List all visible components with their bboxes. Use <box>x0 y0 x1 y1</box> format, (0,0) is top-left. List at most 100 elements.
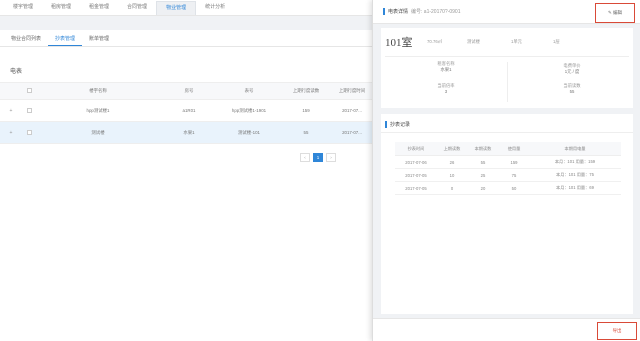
row-select[interactable] <box>22 129 36 136</box>
rec-curr: 55 <box>480 159 486 165</box>
cell-room: a1R01 <box>182 108 196 113</box>
pagination: ‹ 1 › <box>300 153 336 162</box>
drawer-header: 电表详情 编号: a1-20170?-0901 ✎ 编辑 <box>373 0 640 24</box>
header-time: 上期行度时间 <box>338 88 366 93</box>
expand-icon[interactable]: + <box>0 130 22 136</box>
title-accent-bar <box>383 8 385 16</box>
table-row[interactable]: + 测试楼 水果1 测试楼-101 55 2017-07... <box>0 122 372 144</box>
records-row: 2017-07-06 26 55 159 本月：101 用量：159 <box>395 156 621 169</box>
header-building: 楼宇名称 <box>89 88 107 93</box>
records-title-text: 抄表记录 <box>390 122 411 128</box>
row-checkbox[interactable] <box>26 129 32 135</box>
header-curr: 本期读数 <box>474 145 492 151</box>
title-accent-bar <box>385 121 387 129</box>
info-value: 55 <box>569 89 575 94</box>
header-used: 使用量 <box>507 145 521 151</box>
select-all-checkbox[interactable] <box>26 88 32 93</box>
info-ratio: 当前倍率 3 <box>421 83 471 95</box>
next-page-button[interactable]: › <box>326 153 336 162</box>
info-price: 电费单价 1元 / 度 <box>547 63 597 75</box>
room-area: 70.76㎡ <box>427 39 443 44</box>
tab-contract-list[interactable]: 物业合同列表 <box>4 34 48 46</box>
records-divider <box>381 132 633 133</box>
main-content: 物业合同列表 抄表管理 账单管理 电表 楼宇名称 房号 表号 上期行度读数 上期… <box>0 30 372 341</box>
top-nav: 楼宇管理 租房管理 租金管理 合同管理 物业管理 统计分析 <box>0 0 372 16</box>
cell-meter: 测试楼-101 <box>238 129 260 135</box>
rec-date: 2017-07-06 <box>405 159 427 165</box>
rec-date: 2017-07-05 <box>405 172 427 178</box>
info-value: 1元 / 度 <box>564 69 580 74</box>
rec-curr: 20 <box>480 185 486 191</box>
nav-building[interactable]: 楼宇管理 <box>4 1 42 15</box>
info-value: 水果1 <box>440 67 452 72</box>
drawer-footer: 导出 <box>373 318 640 341</box>
header-note: 本期用电量 <box>564 145 586 151</box>
row-select[interactable] <box>22 107 36 114</box>
table-row[interactable]: + hpp测试楼1 a1R01 hpp测试楼1-1901 159 2017-07… <box>0 100 372 122</box>
meter-detail-drawer: 电表详情 编号: a1-20170?-0901 ✎ 编辑 101室 70.76㎡ … <box>372 0 640 341</box>
expand-icon[interactable]: + <box>0 108 22 114</box>
records-header: 抄表时间 上期读数 本期读数 使用量 本期用电量 <box>395 142 621 156</box>
info-tenant: 租客名称 水果1 <box>421 61 471 73</box>
rec-note: 本月：101 用量：159 <box>554 159 596 164</box>
reading-records-card: 抄表记录 抄表时间 上期读数 本期读数 使用量 本期用电量 2017-07-06… <box>381 114 633 331</box>
card-divider <box>385 56 629 57</box>
room-building: 测试楼 <box>467 39 480 44</box>
header-room: 房号 <box>184 88 194 93</box>
cell-reading: 55 <box>303 130 309 135</box>
row-checkbox[interactable] <box>26 107 32 113</box>
cell-meter: hpp测试楼1-1901 <box>231 107 267 113</box>
room-number: 101室 <box>385 37 413 49</box>
nav-stats[interactable]: 统计分析 <box>196 1 234 15</box>
records-row: 2017-07-05 10 25 75 本月：101 用量：75 <box>395 169 621 182</box>
rec-prev: 10 <box>449 172 455 178</box>
nav-property[interactable]: 物业管理 <box>156 1 197 15</box>
meter-info-card: 101室 70.76㎡ 测试楼 1单元 1层 租客名称 水果1 电费单价 1元 … <box>381 28 633 108</box>
rec-note: 本月：101 用量：75 <box>556 172 594 177</box>
room-unit: 1单元 <box>511 39 522 44</box>
header-prev: 上期读数 <box>443 145 461 151</box>
rec-used: 50 <box>511 185 517 191</box>
rec-curr: 25 <box>480 172 486 178</box>
header-date: 抄表时间 <box>407 145 425 151</box>
rec-prev: 0 <box>450 185 454 191</box>
cell-room: 水果1 <box>183 129 195 135</box>
cell-building: 测试楼 <box>91 129 105 135</box>
edit-label: 编辑 <box>613 10 623 15</box>
drawer-title-text: 电表详情 <box>388 9 409 15</box>
tab-meter-reading[interactable]: 抄表管理 <box>48 34 83 46</box>
edit-button[interactable]: ✎ 编辑 <box>595 3 635 23</box>
cell-reading: 159 <box>302 108 310 113</box>
nav-rent[interactable]: 租金管理 <box>80 1 118 15</box>
card-vertical-divider <box>507 62 508 102</box>
records-title: 抄表记录 <box>385 121 411 129</box>
records-row: 2017-07-05 0 20 50 本月：101 用量：69 <box>395 182 621 195</box>
nav-contract[interactable]: 合同管理 <box>118 1 156 15</box>
records-table: 抄表时间 上期读数 本期读数 使用量 本期用电量 2017-07-06 26 5… <box>395 142 621 195</box>
export-button[interactable]: 导出 <box>597 322 637 340</box>
cell-building: hpp测试楼1 <box>86 107 110 113</box>
tab-bills[interactable]: 账单管理 <box>82 34 116 46</box>
nav-rental[interactable]: 租房管理 <box>42 1 80 15</box>
rec-used: 75 <box>511 172 517 178</box>
rec-note: 本月：101 用量：69 <box>556 185 594 190</box>
rec-prev: 26 <box>449 159 455 165</box>
info-value: 3 <box>444 89 448 94</box>
header-meter: 表号 <box>244 88 254 93</box>
meter-table: 楼宇名称 房号 表号 上期行度读数 上期行度时间 + hpp测试楼1 a1R01… <box>0 82 372 144</box>
rec-used: 159 <box>510 159 518 165</box>
table-header: 楼宇名称 房号 表号 上期行度读数 上期行度时间 <box>0 82 372 100</box>
cell-time: 2017-07... <box>342 108 362 113</box>
drawer-subtitle: 编号: a1-20170?-0901 <box>411 9 461 15</box>
rec-date: 2017-07-05 <box>405 185 427 191</box>
sub-tabs: 物业合同列表 抄表管理 账单管理 <box>4 34 116 46</box>
tab-divider <box>0 46 372 47</box>
prev-page-button[interactable]: ‹ <box>300 153 310 162</box>
header-select[interactable] <box>22 88 36 94</box>
section-title: 电表 <box>10 69 23 75</box>
page-1-button[interactable]: 1 <box>313 153 323 162</box>
drawer-title: 电表详情 编号: a1-20170?-0901 <box>383 8 461 16</box>
header-reading: 上期行度读数 <box>292 88 320 93</box>
cell-time: 2017-07... <box>342 130 362 135</box>
info-reading: 当前读数 55 <box>547 83 597 95</box>
